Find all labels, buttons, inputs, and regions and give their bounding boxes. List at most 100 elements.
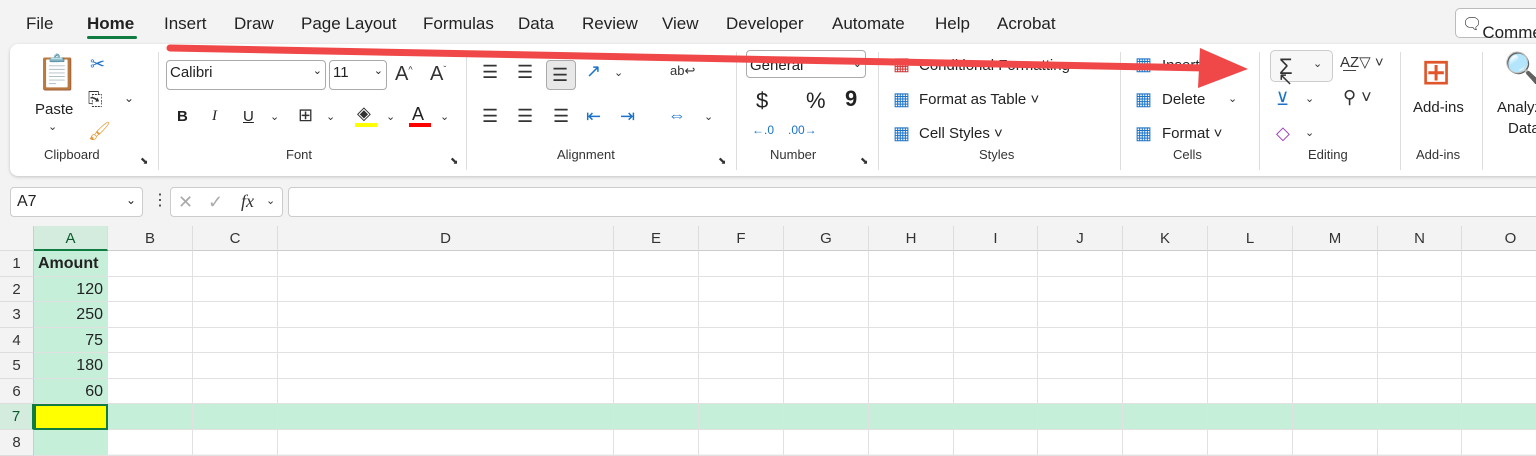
- column-header-D[interactable]: D: [278, 226, 614, 251]
- chevron-down-icon[interactable]: ⌄: [1305, 128, 1314, 139]
- name-box[interactable]: A7 ⌄: [10, 187, 143, 217]
- cell-E5[interactable]: [614, 353, 699, 379]
- cell-E4[interactable]: [614, 328, 699, 353]
- sort-filter-icon[interactable]: A͟Z▽ ˅: [1340, 55, 1384, 70]
- cell-M4[interactable]: [1293, 328, 1378, 353]
- cell-M5[interactable]: [1293, 353, 1378, 379]
- add-ins-icon[interactable]: ⊞: [1421, 54, 1451, 90]
- cell-L1[interactable]: [1208, 251, 1293, 277]
- cell-O1[interactable]: [1462, 251, 1536, 277]
- cell-L6[interactable]: [1208, 379, 1293, 404]
- chevron-down-icon[interactable]: ⌄: [326, 112, 335, 123]
- cell-A1[interactable]: Amount: [34, 251, 108, 277]
- cell-D8[interactable]: [278, 430, 614, 456]
- cell-D5[interactable]: [278, 353, 614, 379]
- align-middle-icon[interactable]: ☰: [517, 63, 533, 81]
- chevron-down-icon[interactable]: ⌄: [124, 92, 134, 104]
- cell-A4[interactable]: 75: [34, 328, 108, 353]
- cell-E8[interactable]: [614, 430, 699, 456]
- cell-B3[interactable]: [108, 302, 193, 328]
- cell-J5[interactable]: [1038, 353, 1123, 379]
- cell-E3[interactable]: [614, 302, 699, 328]
- column-header-N[interactable]: N: [1378, 226, 1462, 251]
- cell-A6[interactable]: 60: [34, 379, 108, 404]
- analyze-data-button[interactable]: Analyze: [1497, 99, 1536, 116]
- increase-font-icon[interactable]: A^: [395, 64, 413, 84]
- tab-page-layout[interactable]: Page Layout: [301, 14, 396, 34]
- cell-M3[interactable]: [1293, 302, 1378, 328]
- cell-N1[interactable]: [1378, 251, 1462, 277]
- decrease-indent-icon[interactable]: ⇤: [586, 107, 601, 125]
- tab-review[interactable]: Review: [582, 14, 638, 34]
- chevron-down-icon[interactable]: ⌄: [386, 112, 395, 123]
- font-color-button[interactable]: A: [412, 104, 424, 125]
- cell-K3[interactable]: [1123, 302, 1208, 328]
- cell-H7[interactable]: [869, 404, 954, 430]
- cell-C5[interactable]: [193, 353, 278, 379]
- cell-G3[interactable]: [784, 302, 869, 328]
- cell-O5[interactable]: [1462, 353, 1536, 379]
- cell-styles-button[interactable]: Cell Styles ˅: [919, 125, 1003, 142]
- cell-K6[interactable]: [1123, 379, 1208, 404]
- cell-D2[interactable]: [278, 277, 614, 302]
- column-header-F[interactable]: F: [699, 226, 784, 251]
- chevron-down-icon[interactable]: ⌄: [48, 122, 57, 133]
- cell-E2[interactable]: [614, 277, 699, 302]
- cell-A8[interactable]: [34, 430, 108, 456]
- tab-developer[interactable]: Developer: [726, 14, 804, 34]
- paste-button[interactable]: Paste: [35, 101, 73, 118]
- cell-F1[interactable]: [699, 251, 784, 277]
- cell-E1[interactable]: [614, 251, 699, 277]
- cell-C2[interactable]: [193, 277, 278, 302]
- cell-D4[interactable]: [278, 328, 614, 353]
- cell-I5[interactable]: [954, 353, 1038, 379]
- chevron-down-icon[interactable]: ⌄: [270, 112, 279, 123]
- cell-H4[interactable]: [869, 328, 954, 353]
- chevron-down-icon[interactable]: ⌄: [266, 196, 275, 207]
- cell-H3[interactable]: [869, 302, 954, 328]
- row-header-4[interactable]: 4: [0, 328, 34, 353]
- cell-F7[interactable]: [699, 404, 784, 430]
- cell-O4[interactable]: [1462, 328, 1536, 353]
- cell-L3[interactable]: [1208, 302, 1293, 328]
- insert-button[interactable]: Insert: [1162, 57, 1200, 74]
- add-ins-button[interactable]: Add-ins: [1413, 99, 1464, 116]
- increase-indent-icon[interactable]: ⇥: [620, 107, 635, 125]
- cell-F2[interactable]: [699, 277, 784, 302]
- enter-icon[interactable]: ✓: [208, 193, 223, 211]
- conditional-formatting-icon[interactable]: ▦: [893, 55, 910, 73]
- cell-C6[interactable]: [193, 379, 278, 404]
- cell-F8[interactable]: [699, 430, 784, 456]
- column-header-E[interactable]: E: [614, 226, 699, 251]
- cell-K7[interactable]: [1123, 404, 1208, 430]
- tab-data[interactable]: Data: [518, 14, 554, 34]
- column-header-H[interactable]: H: [869, 226, 954, 251]
- analyze-data-icon[interactable]: 🔍: [1504, 54, 1536, 84]
- cell-K2[interactable]: [1123, 277, 1208, 302]
- cell-A3[interactable]: 250: [34, 302, 108, 328]
- cell-D1[interactable]: [278, 251, 614, 277]
- cell-D6[interactable]: [278, 379, 614, 404]
- cell-D3[interactable]: [278, 302, 614, 328]
- cell-I4[interactable]: [954, 328, 1038, 353]
- column-header-I[interactable]: I: [954, 226, 1038, 251]
- cell-H5[interactable]: [869, 353, 954, 379]
- cell-A5[interactable]: 180: [34, 353, 108, 379]
- cell-N4[interactable]: [1378, 328, 1462, 353]
- chevron-down-icon[interactable]: ⌄: [1305, 94, 1314, 105]
- orientation-icon[interactable]: ↗: [586, 62, 601, 80]
- merge-center-icon[interactable]: ⇔: [668, 106, 686, 124]
- cell-F3[interactable]: [699, 302, 784, 328]
- column-header-M[interactable]: M: [1293, 226, 1378, 251]
- row-header-2[interactable]: 2: [0, 277, 34, 302]
- fill-color-icon[interactable]: ◈: [357, 104, 371, 122]
- cell-N3[interactable]: [1378, 302, 1462, 328]
- align-bottom-icon[interactable]: ☰: [546, 60, 576, 90]
- cell-K1[interactable]: [1123, 251, 1208, 277]
- increase-decimal-icon[interactable]: ←.0: [752, 124, 774, 136]
- bold-button[interactable]: B: [177, 108, 188, 125]
- cell-H6[interactable]: [869, 379, 954, 404]
- cell-E7[interactable]: [614, 404, 699, 430]
- cell-I7[interactable]: [954, 404, 1038, 430]
- cell-B8[interactable]: [108, 430, 193, 456]
